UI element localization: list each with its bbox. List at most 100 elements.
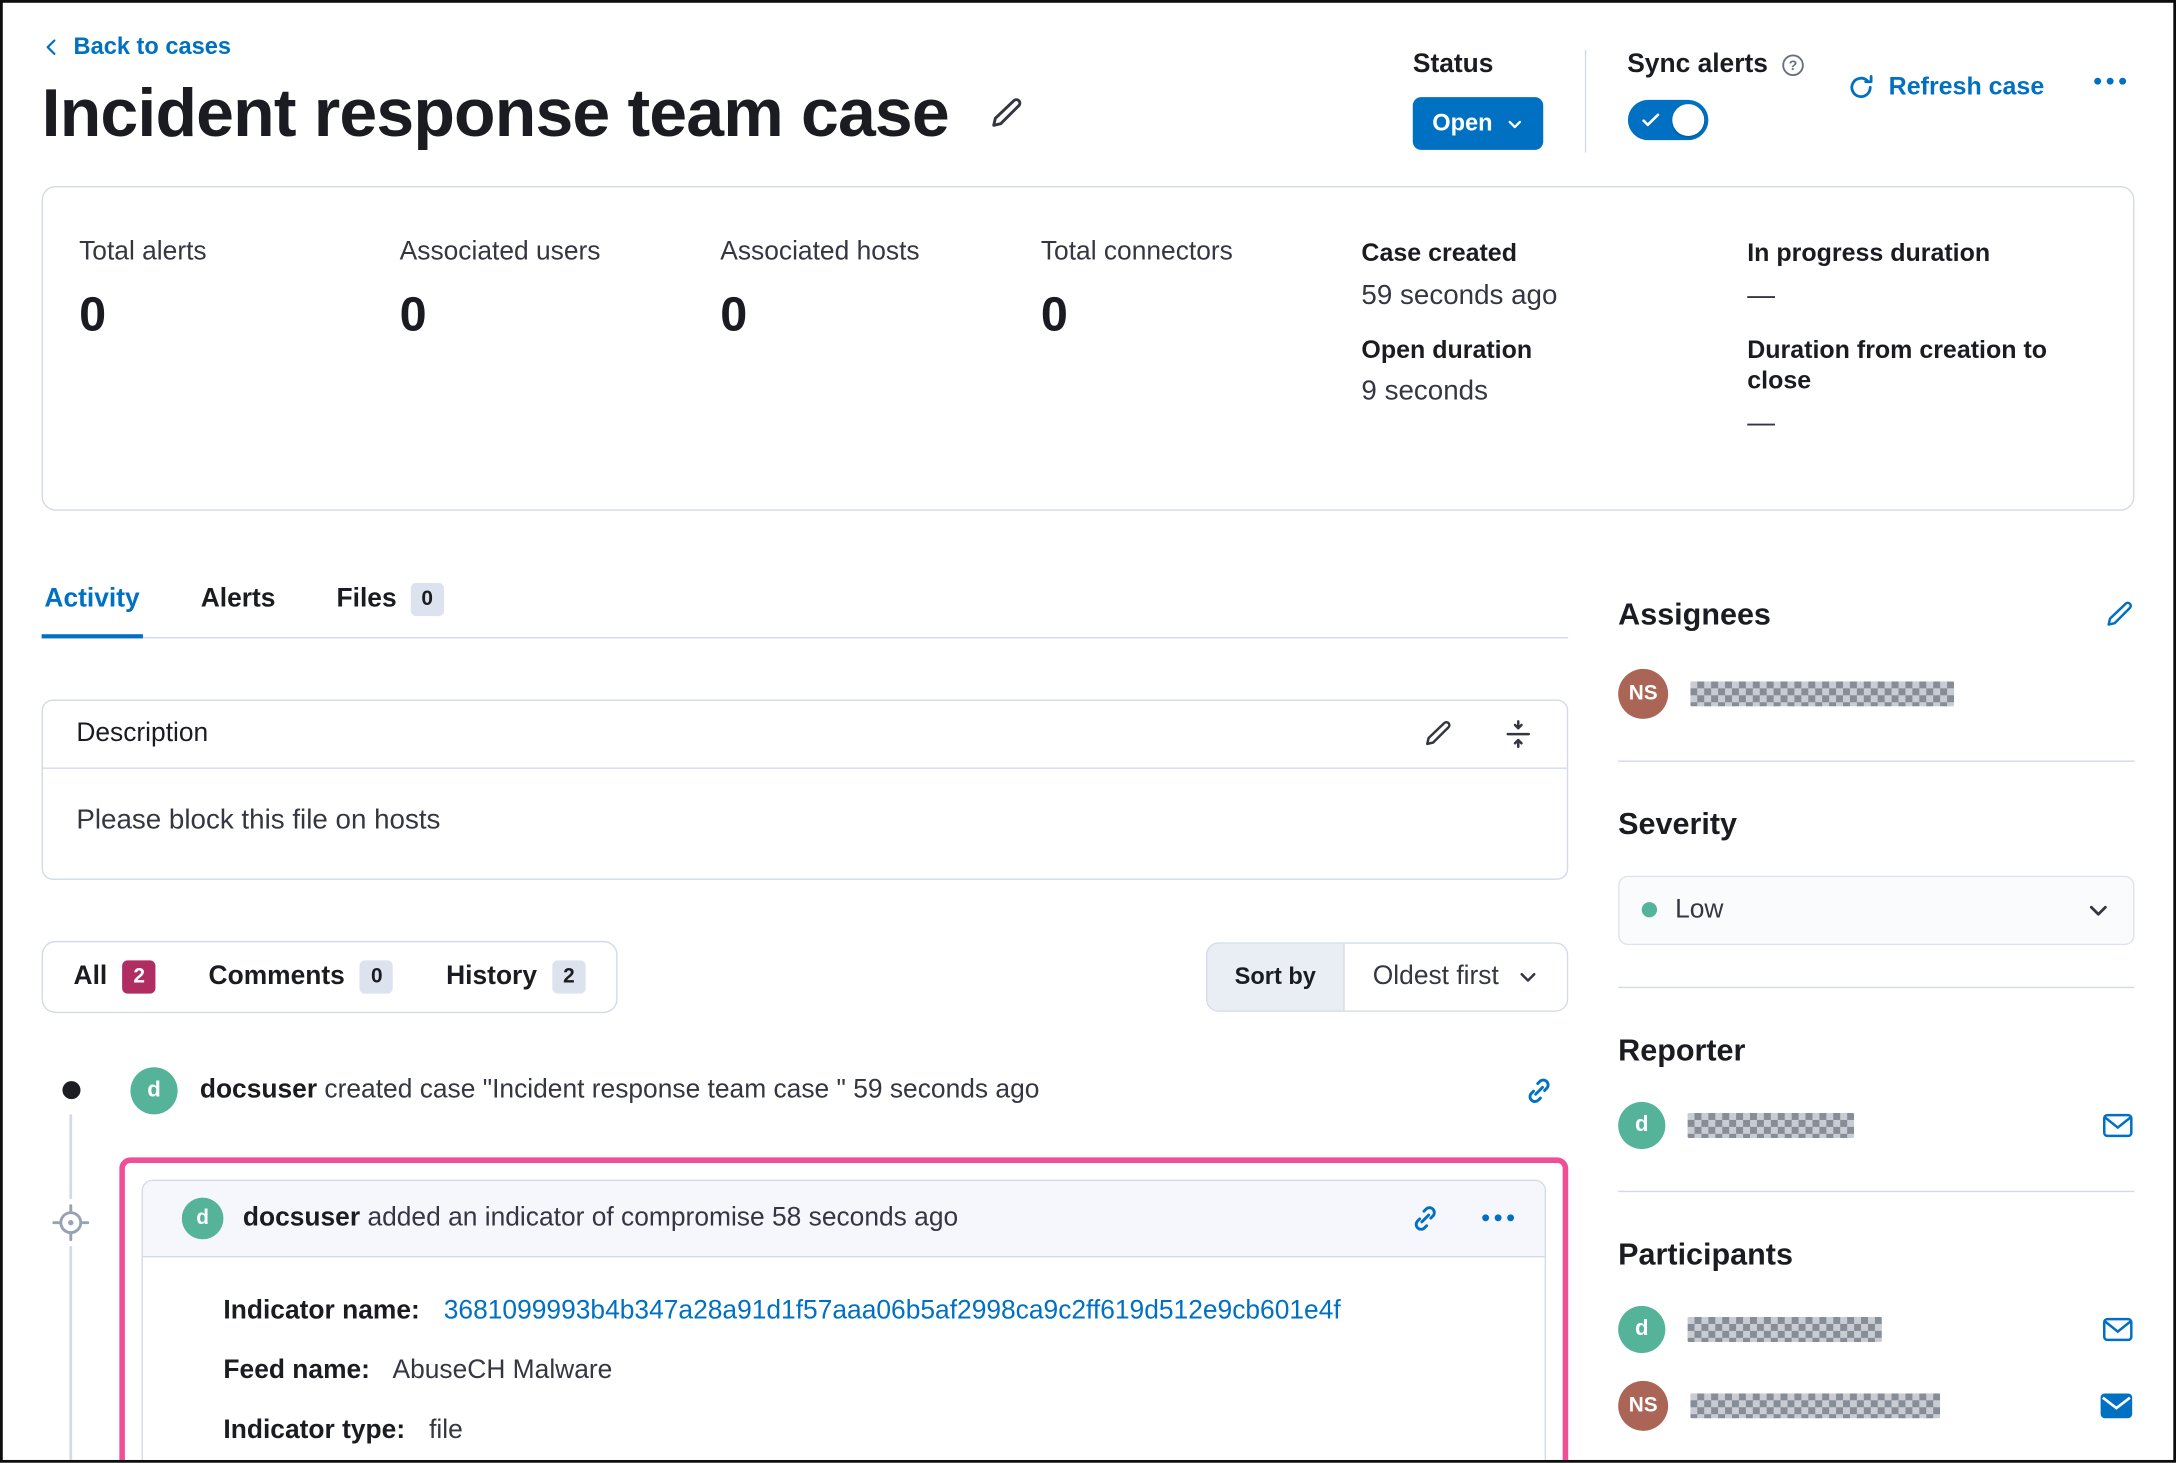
history-count-badge: 2 (552, 959, 586, 993)
status-label: Status (1412, 49, 1494, 80)
indicator-name-link[interactable]: 3681099993b4b347a28a91d1f57aaa06b5af2998… (444, 1296, 1341, 1325)
metric-associated-hosts: Associated hosts 0 (720, 237, 1041, 461)
reporter-title: Reporter (1618, 1031, 1746, 1067)
avatar: d (130, 1066, 178, 1114)
collapse-description-icon[interactable] (1503, 718, 1534, 749)
feed-name-value: AbuseCH Malware (392, 1355, 613, 1385)
sync-alerts-toggle[interactable] (1627, 99, 1708, 141)
metric-label: Associated hosts (720, 237, 920, 267)
timeline-event-created: d docsuser created case "Incident respon… (42, 1060, 1569, 1121)
status-dropdown-button[interactable]: Open (1412, 97, 1543, 150)
event-description: added an indicator of compromise 58 seco… (367, 1202, 959, 1232)
severity-value: Low (1675, 894, 1724, 924)
refresh-case-label: Refresh case (1888, 72, 2045, 100)
activity-filter-row: All 2 Comments 0 History 2 Sort by Oldes… (41, 940, 1569, 1013)
comment-header: d docsuser added an indicator of comprom… (142, 1180, 1545, 1257)
timeline-line (69, 1092, 73, 1460)
tab-activity[interactable]: Activity (41, 579, 143, 638)
highlighted-comment: d docsuser added an indicator of comprom… (119, 1156, 1569, 1460)
severity-select[interactable]: Low (1618, 875, 2135, 945)
metric-total-connectors: Total connectors 0 (1041, 237, 1362, 461)
back-to-cases-label: Back to cases (73, 33, 231, 60)
copy-link-icon[interactable] (1410, 1203, 1441, 1234)
participant-row: NS (1618, 1380, 2134, 1431)
sort-by-label: Sort by (1206, 943, 1346, 1010)
event-user: docsuser (242, 1202, 361, 1232)
case-durations: Case created 59 seconds ago Open duratio… (1361, 237, 2097, 461)
status-group: Status Open (1412, 49, 1543, 150)
header-controls: Status Open Sync alerts ? Refresh case (1412, 31, 2135, 153)
metric-associated-users: Associated users 0 (400, 237, 721, 461)
refresh-case-button[interactable]: Refresh case (1847, 72, 2044, 101)
edit-assignees-pencil-icon[interactable] (2104, 599, 2135, 630)
refresh-icon (1850, 74, 1873, 98)
assignee-row: NS (1618, 668, 2134, 719)
tab-files[interactable]: Files 0 (334, 579, 447, 636)
sync-alerts-group: Sync alerts ? (1627, 50, 1805, 141)
metric-total-alerts: Total alerts 0 (79, 237, 400, 461)
case-actions-menu-button[interactable] (2086, 69, 2135, 93)
metric-value: 0 (1040, 287, 1068, 342)
severity-title: Severity (1618, 805, 1738, 841)
comment-actions-menu-button[interactable] (1479, 1212, 1516, 1224)
svg-text:?: ? (1789, 57, 1798, 73)
indicator-name-row: Indicator name: 3681099993b4b347a28a91d1… (223, 1296, 1511, 1327)
event-text: docsuser added an indicator of compromis… (243, 1203, 1391, 1234)
creation-to-close-value: — (1747, 407, 1775, 438)
metric-value: 0 (720, 287, 748, 342)
timeline-target-marker (47, 1198, 95, 1246)
metric-label: Associated users (399, 237, 601, 267)
filter-comments-button[interactable]: Comments 0 (208, 959, 394, 993)
sort-order-select[interactable]: Oldest first (1345, 943, 1567, 1010)
indicator-type-value: file (429, 1414, 463, 1445)
chevron-down-icon (1507, 120, 1521, 128)
creation-to-close-label: Duration from creation to close (1747, 335, 2048, 395)
sidebar-divider (1618, 986, 2135, 988)
copy-link-icon[interactable] (1524, 1075, 1555, 1106)
comments-count-badge: 0 (360, 959, 394, 993)
files-count-badge: 0 (410, 582, 444, 616)
feed-name-row: Feed name: AbuseCH Malware (223, 1355, 1511, 1386)
redacted-name (1687, 1316, 1882, 1342)
tab-activity-label: Activity (44, 583, 140, 613)
help-icon[interactable]: ? (1780, 53, 1805, 78)
tab-alerts[interactable]: Alerts (198, 579, 278, 636)
case-summary-card: Total alerts 0 Associated users 0 Associ… (41, 185, 2135, 511)
participant-row: d (1618, 1305, 2134, 1353)
email-icon[interactable] (2101, 1312, 2134, 1345)
page-header: Back to cases Incident response team cas… (42, 31, 2135, 153)
app-window: Back to cases Incident response team cas… (0, 0, 2176, 1463)
back-to-cases-link[interactable]: Back to cases (42, 33, 231, 61)
case-created-value: 59 seconds ago (1361, 279, 1558, 311)
severity-low-dot (1641, 902, 1658, 918)
assignees-section-header: Assignees (1618, 596, 2134, 632)
edit-description-pencil-icon[interactable] (1422, 718, 1453, 749)
sidebar-divider (1618, 1190, 2135, 1192)
metric-label: Total alerts (79, 237, 207, 267)
status-value: Open (1432, 109, 1493, 137)
filter-history-button[interactable]: History 2 (446, 959, 586, 993)
activity-filter-group: All 2 Comments 0 History 2 (41, 940, 618, 1013)
sort-order-value: Oldest first (1372, 961, 1499, 991)
email-icon-filled[interactable] (2098, 1387, 2134, 1423)
filter-history-label: History (446, 961, 537, 991)
open-duration-value: 9 seconds (1361, 376, 1488, 407)
header-divider (1584, 49, 1586, 153)
edit-title-pencil-icon[interactable] (988, 96, 1024, 132)
metric-label: Total connectors (1040, 237, 1233, 267)
avatar: d (1618, 1101, 1666, 1149)
event-user: docsuser (199, 1074, 318, 1104)
open-duration-label: Open duration (1361, 335, 1533, 363)
case-tabs: Activity Alerts Files 0 (41, 579, 1569, 638)
activity-column: Activity Alerts Files 0 Description Plea… (41, 579, 1569, 1460)
email-icon[interactable] (2101, 1108, 2134, 1141)
indicator-type-row: Indicator type: file (223, 1415, 1511, 1446)
all-count-badge: 2 (122, 959, 156, 993)
tab-files-label: Files (336, 583, 397, 613)
redacted-name (1690, 680, 1955, 706)
filter-comments-label: Comments (208, 961, 345, 991)
chevron-left-icon (46, 39, 56, 55)
assignees-title: Assignees (1618, 596, 1771, 631)
filter-all-button[interactable]: All 2 (73, 959, 156, 993)
filter-all-label: All (73, 961, 108, 991)
